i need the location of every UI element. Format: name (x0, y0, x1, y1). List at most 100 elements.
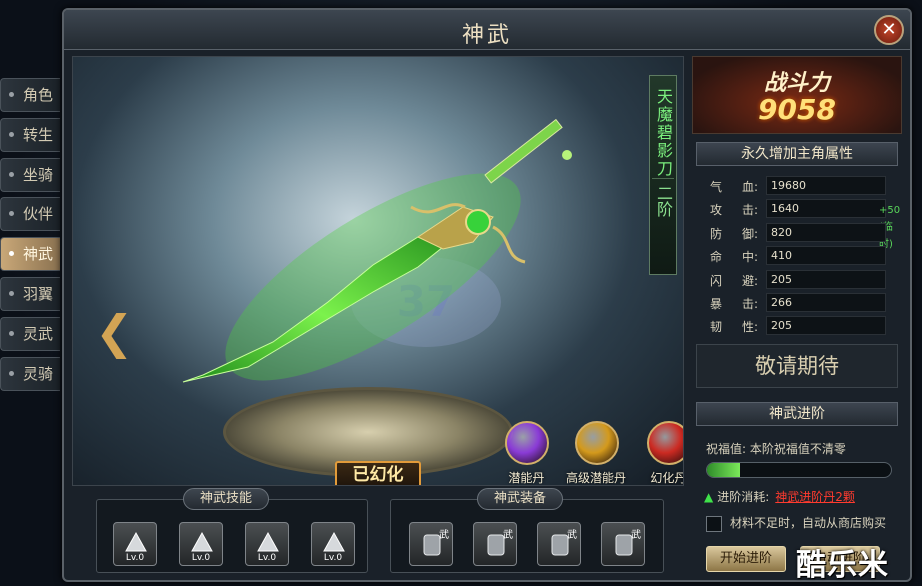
cost-item-link[interactable]: 神武进阶丹2颗 (775, 490, 855, 504)
tab-dot-icon (9, 92, 14, 97)
equip-gem-icon[interactable]: 武 (409, 522, 453, 566)
close-icon[interactable]: ✕ (874, 15, 904, 45)
weapon-grade: 二阶 (652, 178, 674, 217)
stat-name-2: 避: (742, 273, 759, 288)
skill-burst-icon[interactable]: Lv.0 (179, 522, 223, 566)
coming-soon-label: 敬请期待 (696, 344, 898, 388)
equip-tag: 武 (631, 530, 641, 541)
cost-label: 进阶消耗: (717, 490, 770, 504)
skills-panel: 神武技能 Lv.0 Lv.0 Lv.0 Lv.0 (96, 488, 368, 573)
tab-6[interactable]: 灵武 (0, 316, 60, 351)
skill-shield-icon[interactable]: Lv.0 (245, 522, 289, 566)
equip-blade-icon[interactable]: 武 (537, 522, 581, 566)
skill-level: Lv.0 (125, 553, 145, 563)
equip-tag: 武 (439, 530, 449, 541)
stat-value: 820 (766, 222, 886, 242)
skill-glyph (323, 531, 345, 552)
skill-blades-icon[interactable]: Lv.0 (311, 522, 355, 566)
stat-value-text: 820 (771, 225, 792, 239)
equip-panel: 神武装备 武 武 武 武 (390, 488, 664, 573)
title-bar: 神武 ✕ (64, 10, 910, 50)
tab-dot-icon (9, 211, 14, 217)
equip-scroll-icon[interactable]: 武 (601, 522, 645, 566)
advance-title: 神武进阶 (696, 402, 898, 426)
stat-name-2: 击: (742, 203, 759, 218)
stat-value: 205 (766, 269, 886, 289)
tab-label: 神武 (23, 245, 54, 264)
skill-level: Lv.0 (323, 553, 343, 563)
auto-buy-option: 材料不足时，自动从商店购买 (706, 514, 886, 532)
tab-label: 灵武 (23, 324, 54, 343)
stat-value-text: 19680 (771, 179, 806, 192)
stat-value-text: 205 (771, 319, 792, 333)
tab-1[interactable]: 转生 (0, 117, 60, 152)
stat-value-text: 266 (771, 296, 792, 309)
tab-dot-icon (9, 171, 14, 177)
bless-progress-fill (707, 463, 741, 477)
orb-label: 潜能丹 (508, 471, 545, 485)
stat-value-text: 1640 (771, 202, 799, 216)
combat-power-value: 9058 (758, 93, 836, 126)
tab-3[interactable]: 伙伴 (0, 197, 60, 232)
tab-dot-icon (9, 290, 14, 296)
tab-dot-icon (9, 251, 14, 257)
stat-name-1: 暴 (710, 297, 723, 311)
tab-dot-icon (9, 131, 14, 137)
equip-panel-title: 神武装备 (477, 488, 564, 510)
orb-label: 高级潜能丹 (566, 471, 627, 485)
stat-name-2: 御: (742, 226, 759, 241)
attribute-panel: 战斗力 9058 永久增加主角属性 气血:19680攻击:1640+50 (临时… (692, 56, 902, 578)
attributes-title: 永久增加主角属性 (696, 142, 898, 166)
stat-value: 205 (766, 316, 886, 336)
tab-label: 转生 (23, 125, 54, 144)
stat-name-1: 攻 (710, 203, 723, 218)
tab-7[interactable]: 灵骑 (0, 356, 60, 391)
stat-name-1: 命 (710, 250, 723, 265)
stat-value: 1640+50 (临时) (766, 199, 900, 250)
tab-dot-icon (9, 330, 14, 336)
arrow-up-icon: ▲ (704, 490, 714, 504)
skills-panel-title: 神武技能 (183, 488, 270, 510)
stat-name-2: 血: (742, 180, 759, 194)
shenwu-window: 神武 ✕ 37 ❮ 天魔碧影刀 二阶 (62, 8, 912, 582)
tab-0[interactable]: 角色 (0, 78, 60, 112)
gold-pill-icon[interactable] (575, 421, 619, 465)
tab-5[interactable]: 羽翼 (0, 276, 60, 311)
equip-tag: 武 (567, 530, 577, 541)
stat-value: 266 (766, 293, 886, 312)
stat-name-1: 防 (710, 226, 723, 241)
tab-label: 羽翼 (23, 284, 54, 303)
stat-name-1: 闪 (710, 273, 723, 288)
stat-name-2: 击: (742, 297, 759, 311)
site-logo: 酷乐米 (796, 548, 889, 583)
tab-4[interactable]: 神武 (0, 237, 60, 272)
equip-hilt-icon[interactable]: 武 (473, 522, 517, 566)
tab-label: 角色 (23, 86, 54, 104)
auto-buy-checkbox[interactable] (706, 515, 722, 532)
stat-name-1: 气 (710, 180, 723, 194)
stat-name-2: 性: (742, 320, 759, 335)
advance-cost: ▲ 进阶消耗: 神武进阶丹2颗 (704, 488, 855, 505)
skill-level: Lv.0 (257, 553, 277, 563)
bless-progress-bar (706, 462, 892, 478)
orb-label: 幻化丹 (650, 471, 684, 485)
status-badge: 已幻化 (335, 461, 421, 485)
tab-2[interactable]: 坐骑 (0, 157, 60, 192)
weapon-showcase: 37 ❮ 天魔碧影刀 二阶 已幻化 潜能丹高级潜能丹幻化丹 (72, 56, 684, 486)
chevron-left-icon[interactable]: ❮ (95, 307, 135, 357)
tab-label: 坐骑 (23, 165, 54, 184)
purple-pill-icon[interactable] (505, 421, 549, 465)
window-title: 神武 (461, 23, 512, 48)
auto-buy-label: 材料不足时，自动从商店购买 (730, 516, 887, 530)
side-tabs: 角色转生坐骑伙伴神武羽翼灵武灵骑 (0, 78, 60, 396)
stat-value-text: 205 (771, 272, 792, 286)
weapon-name-banner: 天魔碧影刀 二阶 (649, 75, 677, 275)
skill-slash-icon[interactable]: Lv.0 (113, 522, 157, 566)
red-pill-icon[interactable] (647, 421, 683, 465)
skill-glyph (191, 531, 213, 552)
skill-level: Lv.0 (191, 553, 211, 563)
stat-value: 410 (766, 246, 886, 266)
start-advance-button[interactable]: 开始进阶 (706, 546, 786, 572)
stat-value-text: 410 (771, 249, 792, 263)
skill-glyph (257, 531, 279, 552)
